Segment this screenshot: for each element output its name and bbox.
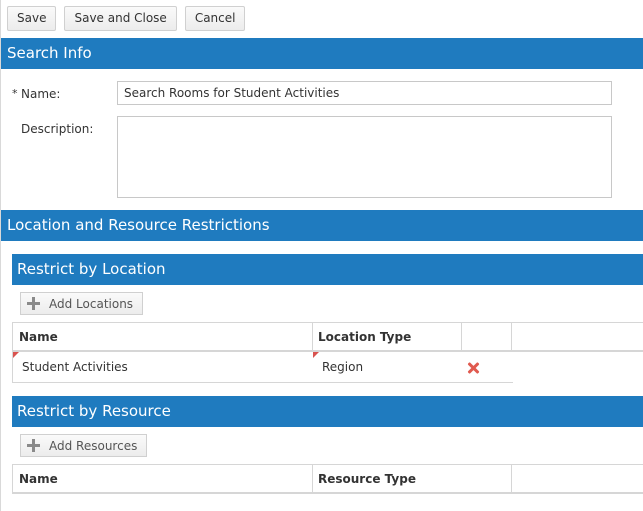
- description-textarea[interactable]: [117, 116, 612, 198]
- name-label: Name:: [21, 87, 61, 101]
- description-label: Description:: [21, 122, 94, 136]
- restrict-by-resource-header: Restrict by Resource: [12, 396, 643, 427]
- resource-grid-header: Name Resource Type: [13, 464, 643, 494]
- column-header-name[interactable]: Name: [13, 323, 313, 350]
- cancel-button[interactable]: Cancel: [184, 6, 246, 31]
- add-locations-button[interactable]: Add Locations: [20, 292, 144, 315]
- location-grid: Name Location Type Student Activities Re…: [12, 322, 643, 383]
- toolbar: Save Save and Close Cancel: [7, 6, 246, 31]
- required-marker: *: [12, 87, 18, 100]
- table-row[interactable]: Student Activities Region: [13, 352, 513, 383]
- resource-grid: Name Resource Type: [12, 464, 643, 494]
- plus-icon: [27, 439, 40, 452]
- window-left-border: [0, 0, 1, 511]
- restrictions-header: Location and Resource Restrictions: [1, 210, 643, 241]
- column-header-resource-type[interactable]: Resource Type: [312, 465, 512, 492]
- location-type-cell[interactable]: Region: [316, 352, 456, 382]
- location-grid-header: Name Location Type: [13, 322, 643, 352]
- search-info-header: Search Info: [1, 38, 643, 69]
- column-header-location-type[interactable]: Location Type: [312, 323, 462, 350]
- save-button[interactable]: Save: [7, 6, 57, 31]
- save-and-close-button[interactable]: Save and Close: [64, 6, 177, 31]
- column-header-name[interactable]: Name: [13, 465, 313, 492]
- add-resources-label: Add Resources: [49, 438, 138, 453]
- add-locations-label: Add Locations: [49, 296, 134, 311]
- plus-icon: [27, 297, 40, 310]
- add-resources-button[interactable]: Add Resources: [20, 434, 148, 457]
- delete-icon[interactable]: [467, 362, 479, 374]
- restrict-by-location-header: Restrict by Location: [12, 254, 643, 285]
- name-input[interactable]: Search Rooms for Student Activities: [117, 81, 612, 105]
- location-name-cell[interactable]: Student Activities: [16, 352, 306, 382]
